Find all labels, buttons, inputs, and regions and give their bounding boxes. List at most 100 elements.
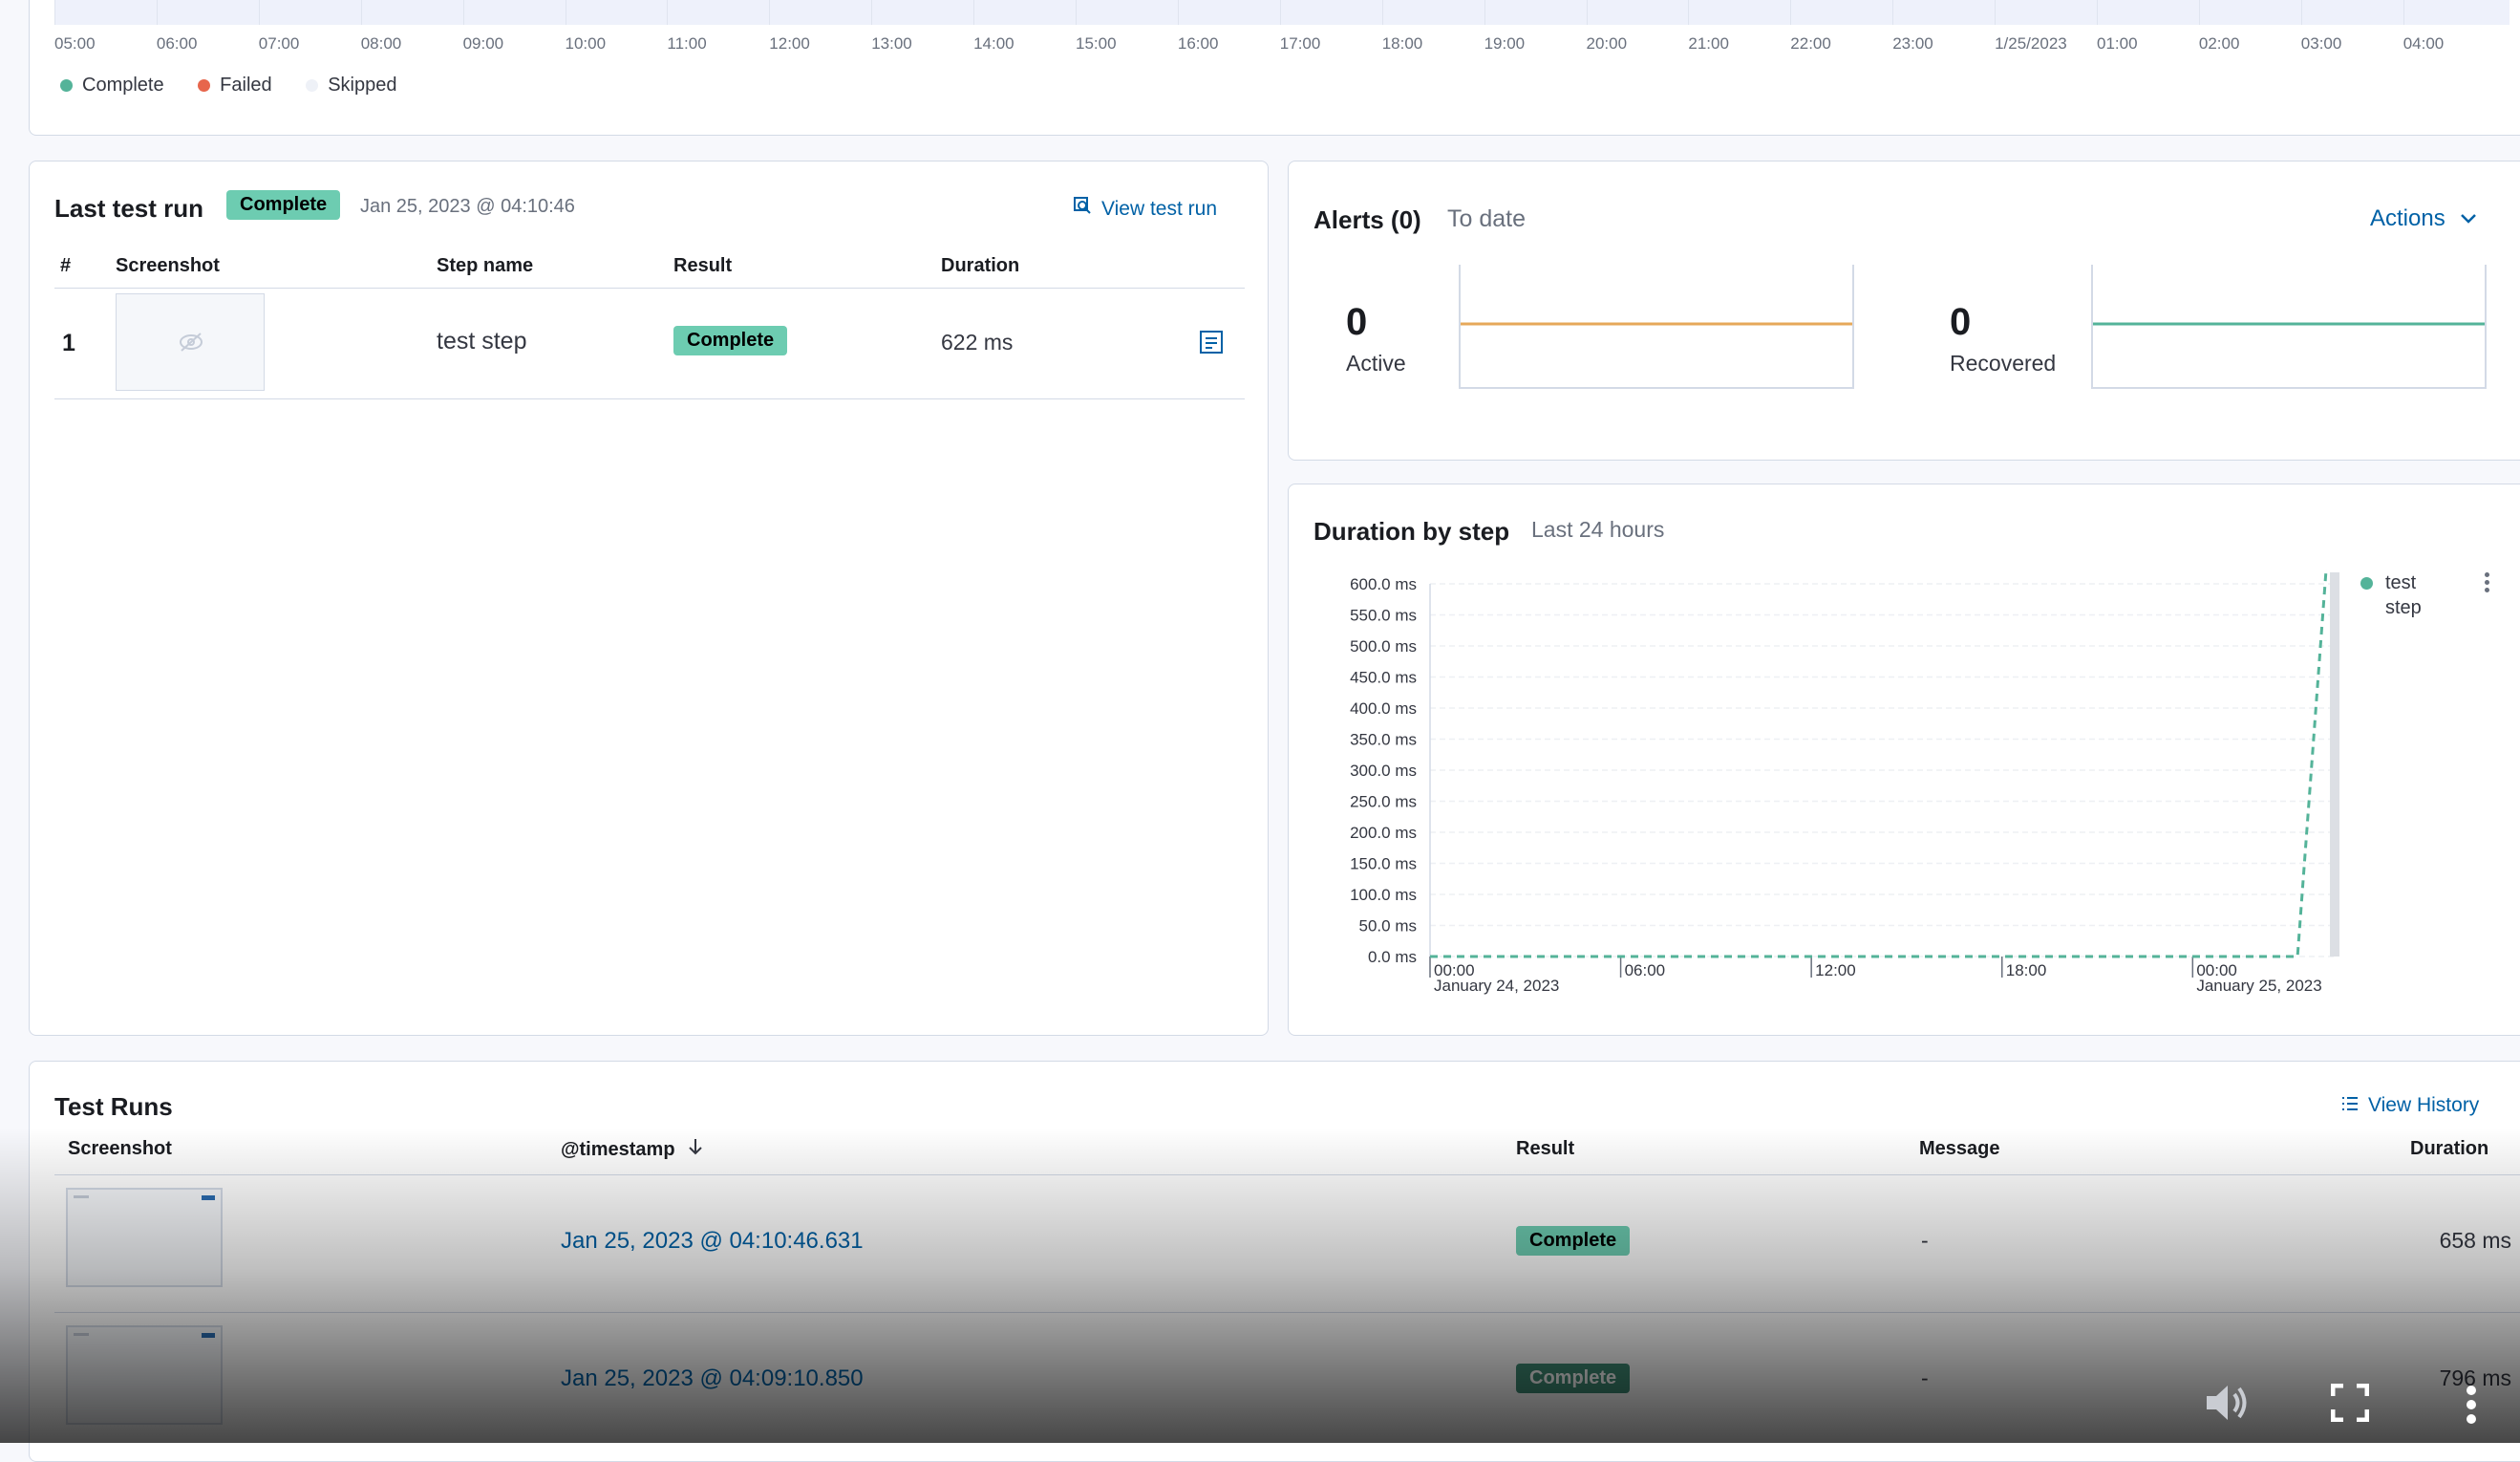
legend-skipped[interactable]: Skipped <box>306 75 396 96</box>
volume-icon[interactable] <box>2203 1382 2253 1429</box>
screenshot-thumbnail[interactable] <box>66 1188 223 1287</box>
y-tick-label: 450.0 ms <box>1350 669 1417 687</box>
alerts-panel: Alerts (0) To date Actions 0 Active 0 Re… <box>1288 161 2520 461</box>
timeline-tick-label: 02:00 <box>2199 34 2240 54</box>
timeline-tick-label: 15:00 <box>1076 34 1117 54</box>
timeline-gridline <box>2199 0 2200 25</box>
step-result-badge: Complete <box>673 326 787 355</box>
timeline-tick-label: 03:00 <box>2301 34 2342 54</box>
run-message: - <box>1921 1365 1929 1391</box>
test-runs-panel: Test Runs View History Screenshot @times… <box>29 1061 2520 1462</box>
kebab-menu-icon[interactable] <box>2485 572 2490 592</box>
timeline-gridline <box>2403 0 2404 25</box>
skipped-dot-icon <box>306 79 318 92</box>
screenshot-thumbnail[interactable] <box>66 1325 223 1425</box>
timeline-gridline <box>1790 0 1791 25</box>
timeline-tick-label: 14:00 <box>973 34 1014 54</box>
last-test-run-title: Last test run <box>54 194 203 224</box>
screenshot-thumbnail[interactable] <box>116 293 265 391</box>
list-icon <box>2341 1094 2359 1117</box>
y-tick-label: 0.0 ms <box>1368 948 1417 966</box>
step-duration: 622 ms <box>941 330 1013 355</box>
timeline-tick-label: 04:00 <box>2403 34 2445 54</box>
view-test-run-link[interactable]: View test run <box>1073 196 1217 221</box>
y-tick-label: 50.0 ms <box>1359 917 1417 935</box>
x-tick-label: 12:00 <box>1815 961 1856 979</box>
timeline-tick-label: 12:00 <box>769 34 810 54</box>
timeline-tick-label: 1/25/2023 <box>1995 34 2067 54</box>
col-timestamp[interactable]: @timestamp <box>561 1138 703 1161</box>
run-duration: 658 ms <box>2440 1228 2511 1254</box>
timeline-gridline <box>1484 0 1485 25</box>
chart-legend-item[interactable]: test step <box>2360 570 2422 620</box>
timeline-gridline <box>361 0 362 25</box>
timeline-gridline <box>54 0 55 25</box>
timeline-tick-label: 07:00 <box>259 34 300 54</box>
complete-dot-icon <box>60 79 73 92</box>
timeline-tick-label: 11:00 <box>667 34 706 54</box>
status-badge: Complete <box>226 190 340 220</box>
timeline-gridline <box>2301 0 2302 25</box>
col-screenshot: Screenshot <box>68 1138 172 1160</box>
run-date: Jan 25, 2023 @ 04:10:46 <box>360 196 575 218</box>
x-tick-label: 06:00 <box>1625 961 1666 979</box>
timeline-tick-label: 05:00 <box>54 34 96 54</box>
fullscreen-icon[interactable] <box>2331 1384 2369 1427</box>
x-tick-date-label: January 25, 2023 <box>2196 977 2321 995</box>
col-duration: Duration <box>2410 1138 2488 1160</box>
timeline-tick-label: 20:00 <box>1587 34 1628 54</box>
duration-by-step-panel: Duration by step Last 24 hours 0.0 ms50.… <box>1288 484 2520 1036</box>
col-result: Result <box>673 255 732 277</box>
timeline-tick-label: 06:00 <box>157 34 198 54</box>
timeline-gridline <box>871 0 872 25</box>
divider <box>54 1174 2520 1175</box>
legend-failed[interactable]: Failed <box>198 75 271 96</box>
y-tick-label: 400.0 ms <box>1350 699 1417 718</box>
test-runs-title: Test Runs <box>54 1092 173 1122</box>
timeline-tick-label: 18:00 <box>1382 34 1423 54</box>
recovered-label: Recovered <box>1950 351 2056 376</box>
view-history-link[interactable]: View History <box>2341 1094 2479 1117</box>
timeline-legend: Complete Failed Skipped <box>60 75 397 97</box>
timeline-tick-label: 01:00 <box>2097 34 2138 54</box>
col-screenshot: Screenshot <box>116 255 220 277</box>
y-tick-label: 300.0 ms <box>1350 762 1417 780</box>
active-label: Active <box>1346 351 1406 376</box>
arrow-down-icon <box>688 1138 703 1161</box>
timeline-gridline <box>1688 0 1689 25</box>
alerts-title: Alerts (0) <box>1313 205 1421 235</box>
y-tick-label: 550.0 ms <box>1350 607 1417 625</box>
series-dot-icon <box>2360 577 2373 590</box>
divider <box>54 1312 2520 1313</box>
step-number: 1 <box>62 330 75 357</box>
run-timestamp-link[interactable]: Jan 25, 2023 @ 04:09:10.850 <box>561 1365 864 1392</box>
col-step-name: Step name <box>437 255 533 277</box>
x-tick-date-label: January 24, 2023 <box>1434 977 1559 995</box>
y-tick-label: 350.0 ms <box>1350 731 1417 749</box>
actions-button[interactable]: Actions <box>2370 205 2478 232</box>
timeline-tick-label: 16:00 <box>1178 34 1219 54</box>
col-result: Result <box>1516 1138 1574 1160</box>
timeline-gridline <box>1995 0 1996 25</box>
timeline-tick-label: 17:00 <box>1280 34 1321 54</box>
run-result-badge: Complete <box>1516 1226 1630 1256</box>
run-message: - <box>1921 1228 1929 1254</box>
duration-chart: 0.0 ms50.0 ms100.0 ms150.0 ms200.0 ms250… <box>1289 484 2520 1020</box>
timeline-gridline <box>1280 0 1281 25</box>
chevron-down-icon <box>2459 205 2478 232</box>
eye-closed-icon <box>178 331 204 358</box>
current-time-band <box>2330 572 2339 957</box>
y-tick-label: 150.0 ms <box>1350 855 1417 873</box>
timeline-gridline <box>2097 0 2098 25</box>
run-timestamp-link[interactable]: Jan 25, 2023 @ 04:10:46.631 <box>561 1228 864 1255</box>
legend-line1: test <box>2385 570 2422 595</box>
y-tick-label: 250.0 ms <box>1350 793 1417 811</box>
timeline-gridline <box>463 0 464 25</box>
timeline-tick-label: 10:00 <box>566 34 607 54</box>
recovered-sparkline <box>2091 265 2487 389</box>
timeline-gridline <box>1382 0 1383 25</box>
more-options-icon[interactable] <box>2467 1386 2476 1424</box>
step-name: test step <box>437 328 527 355</box>
legend-complete[interactable]: Complete <box>60 75 164 96</box>
document-icon[interactable] <box>1199 330 1224 359</box>
